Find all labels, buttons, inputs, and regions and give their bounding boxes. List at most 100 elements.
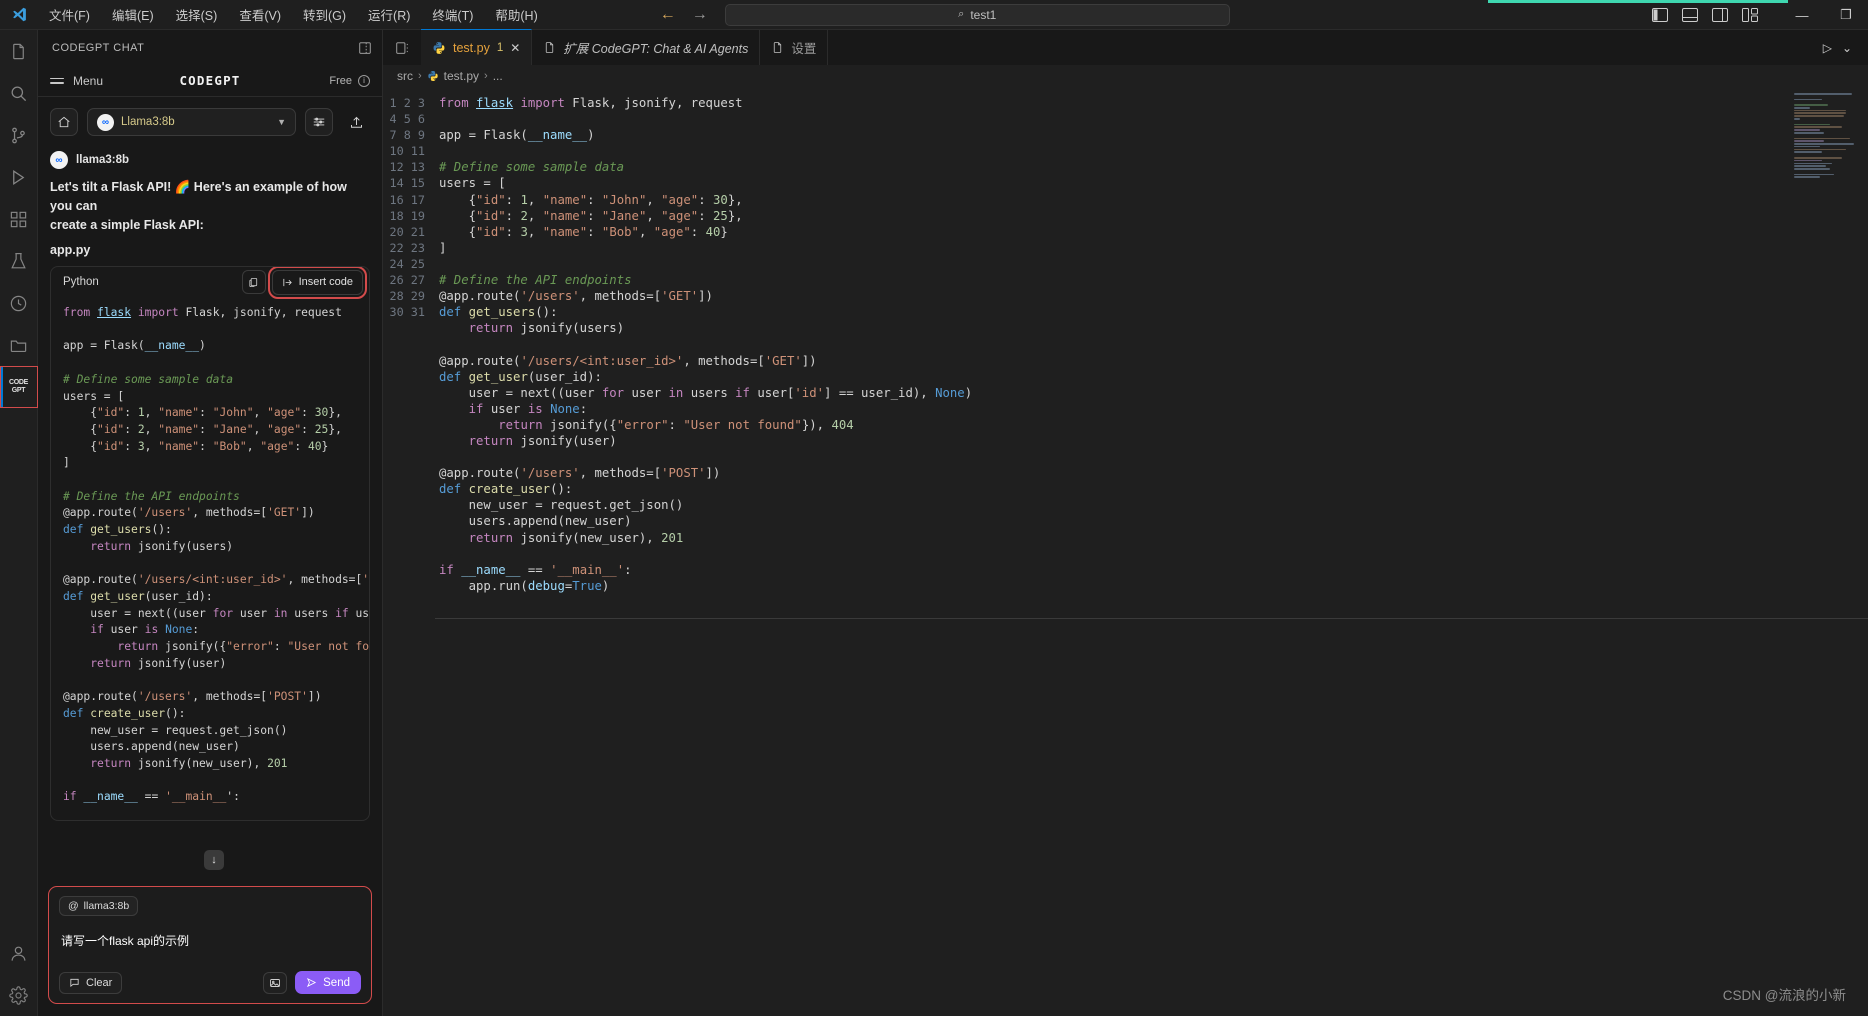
attach-image-button[interactable] <box>263 971 288 994</box>
composer-wrapper: @ llama3:8b 请写一个flask api的示例 Clear Send <box>38 878 382 1016</box>
minimize-button[interactable]: — <box>1780 0 1824 30</box>
menu-view[interactable]: 查看(V) <box>228 2 292 27</box>
toggle-panel-icon[interactable] <box>1682 8 1698 22</box>
share-upload-button[interactable] <box>342 108 370 136</box>
breadcrumb[interactable]: src › test.py › ... <box>383 65 1868 87</box>
menu-selection[interactable]: 选择(S) <box>165 2 229 27</box>
sidebar-item-search[interactable] <box>0 72 38 114</box>
forward-arrow-icon[interactable]: → <box>691 6 709 24</box>
generic-file-icon <box>774 42 782 53</box>
python-file-icon <box>433 42 445 54</box>
title-bar: 文件(F) 编辑(E) 选择(S) 查看(V) 转到(G) 运行(R) 终端(T… <box>0 0 1868 30</box>
model-selector[interactable]: ∞ Llama3:8b ▼ <box>87 108 296 136</box>
sidebar-item-source-control[interactable] <box>0 114 38 156</box>
activity-bar: CODE GPT <box>0 30 38 1016</box>
sidebar-item-codegpt[interactable]: CODE GPT <box>0 366 38 408</box>
sidebar-item-timeline[interactable] <box>0 282 38 324</box>
run-python-icon[interactable]: ▷ <box>1823 41 1832 55</box>
menu-terminal[interactable]: 终端(T) <box>421 2 484 27</box>
plan-badge[interactable]: Free i <box>329 74 370 87</box>
minimap[interactable] <box>1794 93 1856 179</box>
at-icon: @ <box>68 900 79 912</box>
editor-tab-bar: test.py 1 ✕ 扩展 CodeGPT: Chat & AI Agents… <box>383 29 1868 65</box>
tab-dirty-count: 1 <box>496 42 504 54</box>
command-search-bar[interactable]: ⌕ test1 <box>724 3 1230 26</box>
python-file-icon <box>428 71 438 81</box>
clear-label: Clear <box>86 976 113 989</box>
message-header: ∞ llama3:8b <box>50 151 370 169</box>
send-label: Send <box>323 976 350 989</box>
model-mention-chip[interactable]: @ llama3:8b <box>59 896 139 916</box>
sidebar-header: CODEGPT CHAT <box>38 30 382 65</box>
home-button[interactable] <box>50 108 78 136</box>
message-filename: app.py <box>50 243 91 257</box>
code-language-label: Python <box>63 276 99 288</box>
customize-layout-icon[interactable] <box>1742 8 1758 22</box>
tab-settings[interactable]: 设置 <box>760 30 829 65</box>
toggle-secondary-sidebar-icon[interactable] <box>1712 8 1728 22</box>
code-content[interactable]: from flask import Flask, jsonify, reques… <box>435 87 1868 1016</box>
codegpt-controls: ∞ Llama3:8b ▼ <box>38 97 382 145</box>
breadcrumb-file[interactable]: test.py <box>444 69 479 83</box>
insert-code-button[interactable]: Insert code <box>267 267 368 299</box>
menu-label: Menu <box>73 73 104 88</box>
scroll-to-bottom-button[interactable]: ↓ <box>204 850 224 870</box>
clear-button[interactable]: Clear <box>59 971 123 994</box>
copy-icon[interactable] <box>241 270 266 294</box>
tab-codegpt-extension[interactable]: 扩展 CodeGPT: Chat & AI Agents <box>532 30 761 65</box>
message-line-1: Let's tilt a Flask API! 🌈 Here's an exam… <box>50 180 347 213</box>
chat-composer[interactable]: @ llama3:8b 请写一个flask api的示例 Clear Send <box>48 886 372 1004</box>
back-arrow-icon[interactable]: ← <box>659 6 677 24</box>
hamburger-icon <box>50 77 64 84</box>
plan-label: Free <box>329 74 352 87</box>
menu-go[interactable]: 转到(G) <box>292 2 357 27</box>
sidebar-item-testing[interactable] <box>0 240 38 282</box>
menu-file[interactable]: 文件(F) <box>38 2 101 27</box>
menu-run[interactable]: 运行(R) <box>357 2 421 27</box>
meta-logo-icon: ∞ <box>97 113 114 131</box>
tab-close-icon[interactable]: ✕ <box>510 41 520 55</box>
menu-edit[interactable]: 编辑(E) <box>101 2 165 27</box>
sidebar-item-remote-explorer[interactable] <box>0 324 38 366</box>
menu-help[interactable]: 帮助(H) <box>484 2 548 27</box>
sidebar-item-extensions[interactable] <box>0 198 38 240</box>
code-block-header: Python Insert code <box>51 267 369 299</box>
restore-button[interactable]: ❐ <box>1824 0 1868 30</box>
tab-test-py[interactable]: test.py 1 ✕ <box>421 29 533 65</box>
search-value: test1 <box>970 7 997 22</box>
generic-file-icon <box>546 42 554 53</box>
code-block-body: from flask import Flask, jsonify, reques… <box>63 306 370 804</box>
accounts-icon[interactable] <box>0 932 38 974</box>
insert-code-label: Insert code <box>298 276 353 288</box>
message-author: llama3:8b <box>76 154 130 166</box>
more-actions-icon[interactable]: ⌄ <box>1842 41 1852 55</box>
prompt-input[interactable]: 请写一个flask api的示例 <box>61 932 361 949</box>
editor-area: test.py 1 ✕ 扩展 CodeGPT: Chat & AI Agents… <box>383 29 1868 1016</box>
codegpt-brand: CODEGPT <box>179 73 241 88</box>
chat-messages[interactable]: ∞ llama3:8b Let's tilt a Flask API! 🌈 He… <box>38 145 382 878</box>
breadcrumb-src[interactable]: src <box>397 69 413 83</box>
sidebar-title: CODEGPT CHAT <box>52 41 145 54</box>
message-line-2: create a simple Flask API: <box>50 218 204 232</box>
breadcrumb-more[interactable]: ... <box>493 69 503 83</box>
model-settings-button[interactable] <box>305 108 333 136</box>
breadcrumb-separator: › <box>418 70 422 82</box>
chevron-down-icon: ▼ <box>277 117 286 127</box>
settings-gear-icon[interactable] <box>0 974 38 1016</box>
codegpt-chat-panel: CODEGPT CHAT Menu CODEGPT Free i ∞ Llama… <box>38 30 383 1016</box>
sidebar-item-run-debug[interactable] <box>0 156 38 198</box>
toggle-primary-sidebar-icon[interactable] <box>1652 8 1668 22</box>
code-editor[interactable]: 1 2 3 4 5 6 7 8 9 10 11 12 13 14 15 16 1… <box>383 87 1868 1016</box>
current-line-highlight <box>435 618 1868 619</box>
tab-label: test.py <box>453 41 490 55</box>
send-button[interactable]: Send <box>295 971 361 994</box>
watermark: CSDN @流浪的小新 <box>1722 988 1846 1003</box>
split-editor-icon[interactable] <box>358 41 372 55</box>
menu-button[interactable]: Menu <box>50 74 103 88</box>
menu-bar[interactable]: 文件(F) 编辑(E) 选择(S) 查看(V) 转到(G) 运行(R) 终端(T… <box>38 2 549 27</box>
open-editors-icon[interactable] <box>383 30 421 65</box>
codegpt-toolbar: Menu CODEGPT Free i <box>38 65 382 97</box>
info-circle-icon[interactable]: i <box>358 74 370 87</box>
sidebar-item-explorer[interactable] <box>0 30 38 72</box>
line-numbers: 1 2 3 4 5 6 7 8 9 10 11 12 13 14 15 16 1… <box>389 96 425 320</box>
